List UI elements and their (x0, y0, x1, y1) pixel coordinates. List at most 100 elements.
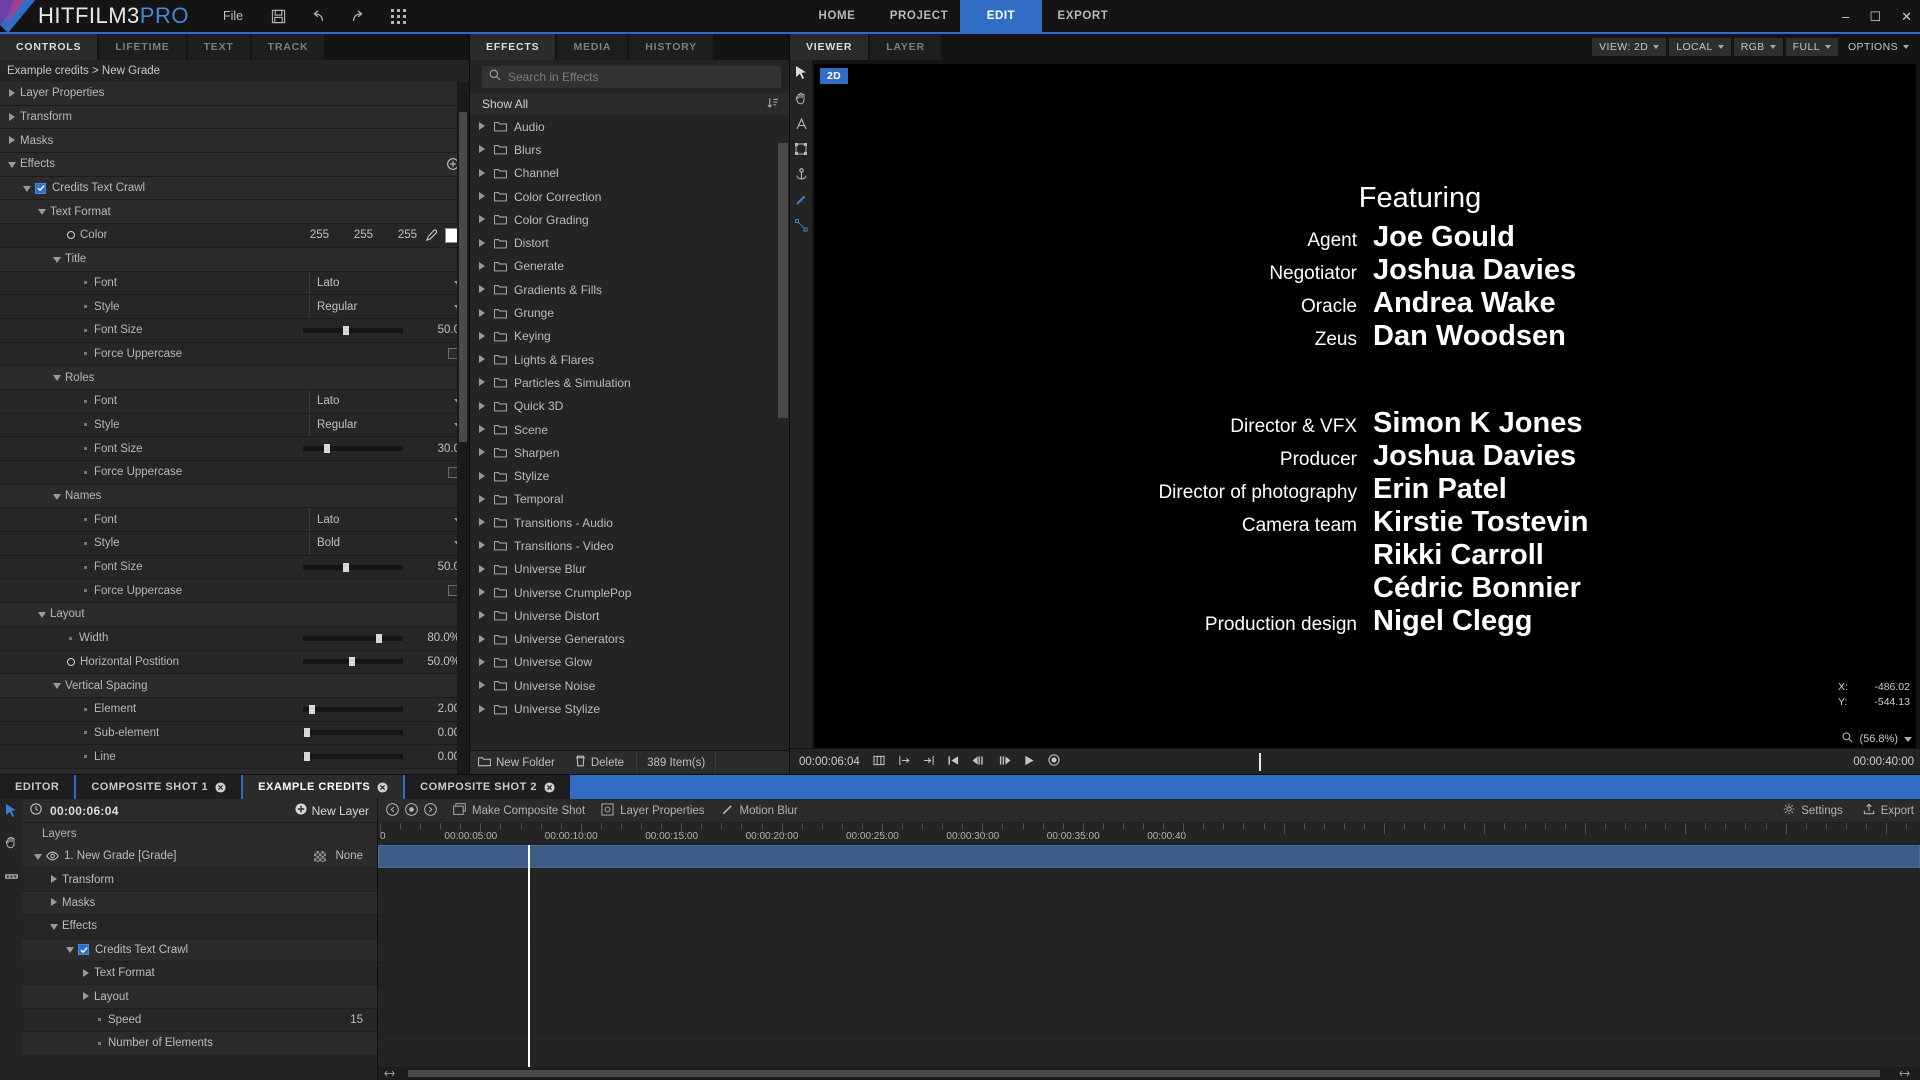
effects-folder-row[interactable]: Generate (470, 255, 789, 278)
effects-folder-row[interactable]: Scene (470, 418, 789, 441)
tab-track[interactable]: TRACK (251, 34, 325, 60)
twisty-collapsed[interactable] (478, 401, 487, 411)
next-keyframe-icon[interactable] (424, 802, 437, 819)
timeline-tree-row[interactable]: Masks (22, 891, 377, 916)
effects-folder-row[interactable]: Color Grading (470, 208, 789, 231)
timeline-tree-row[interactable]: Speed 15 (22, 1008, 377, 1033)
twisty-collapsed[interactable] (478, 238, 487, 248)
effects-folder-row[interactable]: Channel (470, 162, 789, 185)
color-picker-icon[interactable] (795, 193, 808, 206)
twisty-collapsed[interactable] (478, 518, 487, 527)
viewer-current-timecode[interactable]: 00:00:06:04 (790, 756, 869, 768)
blend-mode-group[interactable]: None (313, 850, 378, 862)
mark-in-icon[interactable] (898, 753, 910, 771)
property-row[interactable]: Force Uppercase (0, 461, 469, 485)
property-row[interactable]: Font Size 50.0 (0, 555, 469, 580)
tl-tab-composite-shot-2[interactable]: COMPOSITE SHOT 2 (405, 775, 570, 799)
effects-folder-row[interactable]: Transitions - Video (470, 534, 789, 557)
twisty-collapsed[interactable] (8, 112, 17, 122)
property-row[interactable]: Style Regular (0, 295, 469, 319)
property-row[interactable]: Text Format (0, 200, 469, 225)
search-input[interactable] (508, 70, 774, 84)
close-icon[interactable] (215, 781, 226, 793)
delete-button[interactable]: Delete (567, 755, 636, 770)
combo-box[interactable]: Bold (309, 532, 469, 555)
property-row[interactable]: Sub-element 0.00 (0, 721, 469, 746)
twisty-collapsed[interactable] (478, 704, 487, 714)
color-channel-value[interactable]: 255 (373, 229, 417, 241)
twisty-expanded[interactable] (38, 207, 47, 216)
twisty-collapsed[interactable] (478, 261, 487, 271)
color-channel-value[interactable]: 255 (329, 229, 373, 241)
twisty-collapsed[interactable] (478, 657, 487, 667)
property-row[interactable]: Names (0, 484, 469, 509)
step-back-icon[interactable] (972, 753, 985, 771)
property-slider[interactable] (303, 657, 403, 667)
effects-folder-row[interactable]: Universe Generators (470, 628, 789, 651)
timeline-tree-row[interactable]: Transform (22, 868, 377, 892)
twisty-expanded[interactable] (38, 610, 47, 619)
property-row[interactable]: Element 2.00 (0, 697, 469, 722)
twisty-expanded[interactable] (53, 373, 62, 382)
twisty-collapsed[interactable] (478, 588, 487, 597)
new-layer-button[interactable]: New Layer (295, 803, 369, 818)
tab-viewer[interactable]: VIEWER (790, 34, 869, 60)
sort-az-icon[interactable] (767, 97, 779, 112)
twisty-expanded[interactable] (23, 184, 32, 193)
tab-layer[interactable]: LAYER (870, 34, 941, 60)
select-arrow-icon[interactable] (5, 804, 17, 822)
property-row[interactable]: Font Lato (0, 508, 469, 533)
transform-tool-icon[interactable] (795, 143, 807, 155)
twisty-collapsed[interactable] (478, 215, 487, 224)
property-slider[interactable] (303, 633, 403, 643)
text-tool-icon[interactable] (795, 118, 807, 130)
property-slider[interactable] (303, 704, 403, 714)
keyframe-toggle-icon[interactable] (65, 231, 77, 240)
add-keyframe-icon[interactable] (405, 802, 418, 819)
layer-properties-button[interactable]: Layer Properties (601, 802, 705, 819)
property-row[interactable]: Font Lato (0, 389, 469, 414)
effects-folder-row[interactable]: Universe Noise (470, 674, 789, 697)
twisty-collapsed[interactable] (8, 88, 17, 98)
motion-blur-button[interactable]: Motion Blur (721, 803, 798, 819)
settings-button[interactable]: Settings (1783, 803, 1843, 818)
viewer-canvas[interactable]: 2D Featuring Agent Joe Gould Negotiator Jos… (814, 64, 1916, 748)
property-row[interactable]: Font Size 30.0 (0, 437, 469, 461)
twisty-expanded[interactable] (34, 852, 43, 861)
tl-tab-example-credits[interactable]: EXAMPLE CREDITS (243, 775, 404, 799)
effects-folder-row[interactable]: Universe Blur (470, 558, 789, 581)
effects-folder-row[interactable]: Color Correction (470, 185, 789, 208)
timeline-zoom-out[interactable] (378, 1068, 401, 1079)
twisty-collapsed[interactable] (478, 285, 487, 294)
twisty-collapsed[interactable] (478, 192, 487, 201)
property-row[interactable]: Style Regular (0, 413, 469, 438)
keyframe-toggle-icon[interactable] (65, 657, 77, 666)
twisty-collapsed[interactable] (478, 425, 487, 434)
timeline-current-time[interactable]: 00:00:06:04 (50, 804, 119, 818)
combo-box[interactable]: Regular (309, 413, 469, 437)
redo-icon[interactable] (349, 7, 367, 25)
layer-visibility-icon[interactable] (46, 851, 59, 861)
timeline-tree-row[interactable]: Number of Elements (22, 1032, 377, 1056)
twisty-collapsed[interactable] (50, 898, 59, 907)
eyedropper-icon[interactable] (425, 229, 438, 242)
tab-controls[interactable]: CONTROLS (0, 34, 98, 60)
restore-icon[interactable]: ☐ (1869, 10, 1881, 23)
property-row[interactable]: Force Uppercase (0, 579, 469, 604)
twisty-collapsed[interactable] (478, 308, 487, 318)
property-row[interactable]: Style Bold (0, 532, 469, 556)
property-slider[interactable] (303, 752, 403, 762)
effects-folder-row[interactable]: Keying (470, 325, 789, 348)
viewer-channel-mode[interactable]: RGB (1733, 38, 1783, 56)
effects-folder-row[interactable]: Universe Glow (470, 651, 789, 674)
viewer-space-mode[interactable]: LOCAL (1669, 38, 1731, 56)
close-icon[interactable] (377, 781, 388, 793)
close-icon[interactable] (544, 781, 555, 793)
effects-folder-row[interactable]: Stylize (470, 464, 789, 487)
twisty-collapsed[interactable] (478, 564, 487, 574)
blend-mode-value[interactable]: None (336, 850, 364, 862)
effects-folder-row[interactable]: Lights & Flares (470, 348, 789, 371)
property-row[interactable]: Effects (0, 153, 469, 177)
tab-effects[interactable]: EFFECTS (470, 34, 556, 60)
timeline-tree-row[interactable]: Layout (22, 985, 377, 1009)
